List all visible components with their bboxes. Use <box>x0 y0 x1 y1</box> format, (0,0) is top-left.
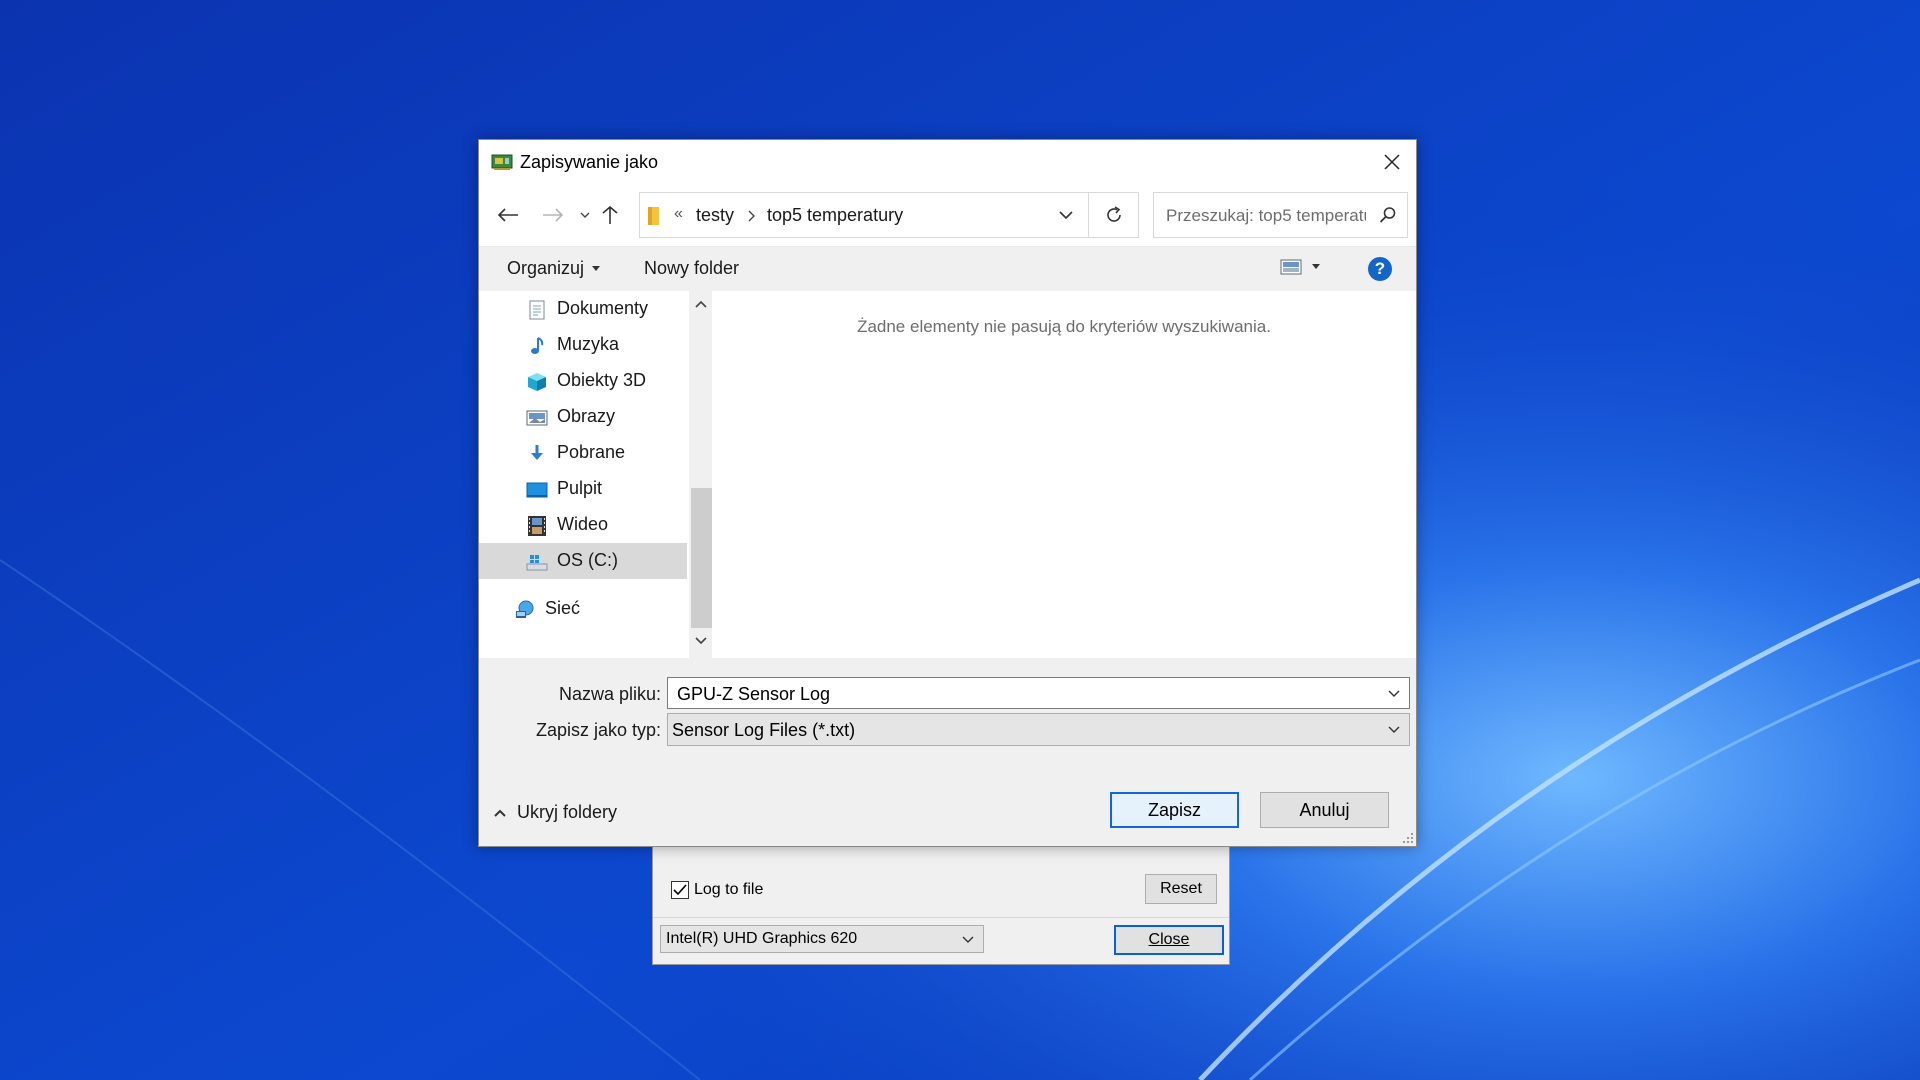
view-icon <box>1280 259 1302 275</box>
tree-item-wideo[interactable]: Wideo <box>479 507 687 543</box>
filename-label: Nazwa pliku: <box>559 684 662 704</box>
close-button[interactable]: Close <box>1114 925 1224 955</box>
refresh-icon <box>1106 206 1121 222</box>
hide-folders-label: Ukryj foldery <box>517 802 618 822</box>
dialog-title: Zapisywanie jako <box>520 152 659 172</box>
file-list-pane[interactable]: Żadne elementy nie pasują do kryteriów w… <box>712 291 1416 658</box>
organize-label: Organizuj <box>507 258 585 278</box>
document-icon <box>529 300 545 320</box>
log-to-file-checkbox[interactable]: Log to file <box>671 881 763 899</box>
chevron-down-icon[interactable] <box>1387 689 1401 699</box>
folder-icon <box>648 207 659 225</box>
tree-item-pobrane[interactable]: Pobrane <box>479 435 687 471</box>
overflow-chevron[interactable]: « <box>674 205 683 223</box>
breadcrumb-testy[interactable]: testy <box>696 205 734 226</box>
divider <box>653 917 1229 918</box>
filetype-label: Zapisz jako typ: <box>536 720 662 740</box>
filename-input[interactable] <box>675 683 1359 706</box>
filename-combobox[interactable] <box>667 677 1410 709</box>
command-bar: Organizuj Nowy folder ? <box>479 246 1416 292</box>
tree-item-obrazy[interactable]: Obrazy <box>479 399 687 435</box>
chevron-down-icon <box>580 212 590 218</box>
up-button[interactable] <box>597 202 623 228</box>
gpuz-window: Log to file Reset Intel(R) UHD Graphics … <box>652 840 1230 965</box>
organize-button[interactable]: Organizuj <box>507 258 601 279</box>
chevron-down-icon <box>1388 726 1400 733</box>
tree-item-dokumenty[interactable]: Dokumenty <box>479 291 687 327</box>
desktop-icon <box>526 482 548 498</box>
chevron-up-icon <box>494 809 506 817</box>
scroll-up-icon[interactable] <box>694 299 708 309</box>
view-options-button[interactable] <box>1280 259 1320 275</box>
arrow-left-icon <box>497 208 518 222</box>
refresh-button[interactable] <box>1089 192 1139 238</box>
navigation-bar: « testy top5 temperatury <box>479 184 1416 246</box>
close-icon <box>1384 154 1400 170</box>
cancel-button[interactable]: Anuluj <box>1260 792 1389 828</box>
navigation-pane-scrollbar[interactable] <box>689 291 712 658</box>
scroll-down-icon[interactable] <box>694 636 708 646</box>
back-button[interactable] <box>495 202 521 228</box>
search-box[interactable] <box>1153 192 1408 238</box>
checkmark-icon <box>673 884 687 896</box>
search-input[interactable] <box>1164 205 1368 227</box>
empty-message: Żadne elementy nie pasują do kryteriów w… <box>857 317 1271 336</box>
chevron-down-icon[interactable] <box>1058 209 1074 221</box>
close-dialog-button[interactable] <box>1378 148 1406 176</box>
scrollbar-thumb[interactable] <box>691 488 712 628</box>
tree-item-os-c[interactable]: OS (C:) <box>479 543 687 579</box>
gpu-select-value: Intel(R) UHD Graphics 620 <box>666 930 858 947</box>
save-as-dialog: Zapisywanie jako « testy top5 temperatur… <box>478 139 1417 847</box>
log-to-file-label: Log to file <box>694 881 764 898</box>
reset-button[interactable]: Reset <box>1145 874 1217 904</box>
filetype-value: Sensor Log Files (*.txt) <box>672 720 856 740</box>
caret-down-icon <box>592 265 601 271</box>
checkbox-box[interactable] <box>671 881 689 899</box>
gpu-select[interactable]: Intel(R) UHD Graphics 620 <box>660 925 984 953</box>
save-button[interactable]: Zapisz <box>1110 792 1239 828</box>
title-bar: Zapisywanie jako <box>479 140 1416 184</box>
tree-item-label: Muzyka <box>557 334 620 354</box>
chevron-down-icon <box>962 936 974 943</box>
forward-button[interactable] <box>540 202 566 228</box>
pictures-icon <box>526 410 548 426</box>
resize-grip-icon[interactable] <box>1402 832 1414 844</box>
tree-item-label: Obiekty 3D <box>557 370 647 390</box>
tree-item-label: Pulpit <box>557 478 603 498</box>
tree-item-label: Sieć <box>545 598 581 618</box>
recent-locations-button[interactable] <box>572 202 598 228</box>
drive-icon <box>526 555 548 571</box>
arrow-up-icon <box>602 205 618 224</box>
video-icon <box>528 516 546 536</box>
search-icon <box>1379 207 1396 223</box>
help-button[interactable]: ? <box>1368 257 1392 281</box>
address-bar[interactable]: « testy top5 temperatury <box>639 192 1089 238</box>
cube-icon <box>528 373 546 391</box>
caret-down-icon <box>1312 264 1320 269</box>
tree-item-pulpit[interactable]: Pulpit <box>479 471 687 507</box>
network-icon <box>516 600 534 618</box>
download-icon <box>531 445 543 460</box>
arrow-right-icon <box>543 208 564 222</box>
tree-item-label: Dokumenty <box>557 298 649 318</box>
filetype-select[interactable]: Sensor Log Files (*.txt) <box>667 713 1410 746</box>
navigation-pane: Dokumenty Muzyka Obiekty 3D Obrazy Pobra… <box>479 291 689 658</box>
chevron-right-icon[interactable] <box>746 209 756 223</box>
gpuz-app-icon <box>491 154 513 170</box>
tree-item-obiekty-3d[interactable]: Obiekty 3D <box>479 363 687 399</box>
tree-item-label: Wideo <box>557 514 609 534</box>
new-folder-button[interactable]: Nowy folder <box>644 258 739 279</box>
breadcrumb-top5-temperatury[interactable]: top5 temperatury <box>767 205 903 226</box>
music-icon <box>531 337 544 354</box>
tree-item-label: Pobrane <box>557 442 626 462</box>
tree-item-muzyka[interactable]: Muzyka <box>479 327 687 363</box>
hide-folders-button[interactable]: Ukryj foldery <box>493 802 617 823</box>
tree-item-siec[interactable]: Sieć <box>479 591 687 627</box>
tree-item-label: Obrazy <box>557 406 616 426</box>
tree-item-label: OS (C:) <box>557 550 618 570</box>
